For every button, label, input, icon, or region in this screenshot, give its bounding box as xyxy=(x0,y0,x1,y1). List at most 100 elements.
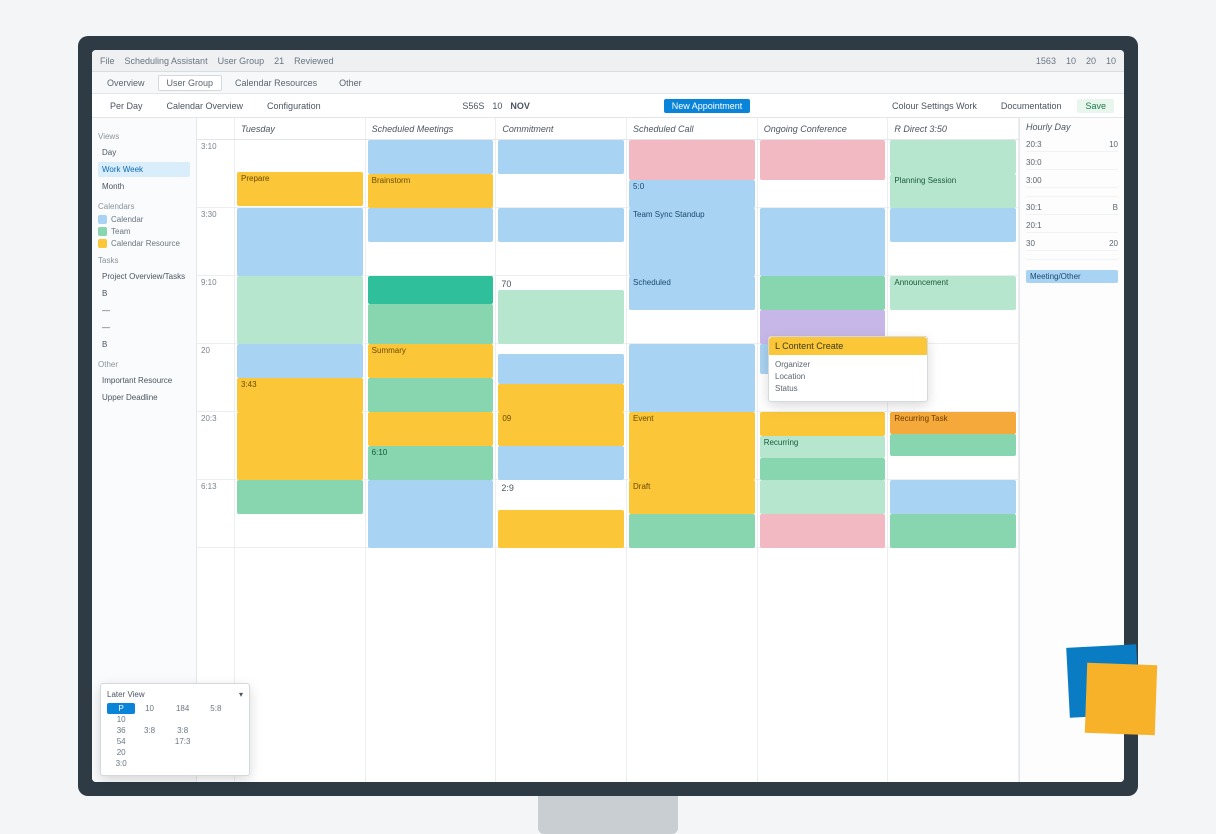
mini-calendar-popup[interactable]: Later View▾ P101845:810363:83:85417:3203… xyxy=(100,683,250,776)
mini-cal-day[interactable]: 17:3 xyxy=(164,736,202,747)
calendar-event[interactable] xyxy=(760,412,886,436)
day-header[interactable]: Scheduled Meetings xyxy=(366,118,497,139)
mini-cal-day[interactable]: 5:8 xyxy=(202,703,230,714)
calendar-event[interactable] xyxy=(237,480,363,514)
calendar-event[interactable]: Prepare xyxy=(237,172,363,206)
mini-cal-day[interactable] xyxy=(164,758,202,769)
calendar-event[interactable]: 3:43 xyxy=(237,378,363,412)
mini-cal-day[interactable] xyxy=(135,758,163,769)
tab-user-group[interactable]: User Group xyxy=(158,75,223,91)
sidebar-task[interactable]: — xyxy=(98,320,190,335)
mini-cal-day[interactable] xyxy=(164,714,202,725)
agenda-item[interactable]: 3:00 xyxy=(1026,174,1118,188)
toolbar-colour-settings[interactable]: Colour Settings Work xyxy=(884,99,985,113)
mini-cal-day[interactable] xyxy=(202,714,230,725)
mini-cal-day[interactable]: 54 xyxy=(107,736,135,747)
calendar-event[interactable] xyxy=(760,514,886,548)
sidebar-other[interactable]: Upper Deadline xyxy=(98,390,190,405)
mini-cal-day[interactable] xyxy=(239,758,243,769)
toolbar-per-day[interactable]: Per Day xyxy=(102,99,151,113)
calendar-event[interactable]: 09 xyxy=(498,412,624,446)
calendar-event[interactable] xyxy=(368,378,494,412)
calendar-event[interactable] xyxy=(368,140,494,174)
tab-other[interactable]: Other xyxy=(330,75,371,91)
mini-cal-day[interactable]: 10 xyxy=(135,703,163,714)
toolbar-overview[interactable]: Calendar Overview xyxy=(159,99,252,113)
calendar-event[interactable] xyxy=(368,304,494,344)
mini-cal-day[interactable] xyxy=(239,736,243,747)
calendar-event[interactable] xyxy=(890,480,1016,514)
mini-cal-day[interactable]: 10 xyxy=(107,714,135,725)
mini-cal-day[interactable]: 184 xyxy=(164,703,202,714)
calendar-event[interactable]: Recurring Task xyxy=(890,412,1016,434)
titlebar-item[interactable]: User Group xyxy=(218,56,265,66)
calendar-event[interactable]: Brainstorm xyxy=(368,174,494,208)
day-header[interactable]: Ongoing Conference xyxy=(758,118,889,139)
calendar-event[interactable]: Summary xyxy=(368,344,494,378)
calendar-event[interactable]: Draft xyxy=(629,480,755,514)
sidebar-view-day[interactable]: Day xyxy=(98,145,190,160)
sidebar-other[interactable]: Important Resource xyxy=(98,373,190,388)
chevron-icon[interactable]: ▾ xyxy=(239,690,243,699)
day-header[interactable]: Scheduled Call xyxy=(627,118,758,139)
mini-cal-day[interactable] xyxy=(202,758,230,769)
mini-cal-day[interactable] xyxy=(239,725,243,736)
calendar-event[interactable] xyxy=(498,140,624,174)
calendar-event[interactable] xyxy=(760,480,886,514)
agenda-item[interactable]: 20:1 xyxy=(1026,219,1118,233)
mini-cal-day[interactable] xyxy=(164,747,202,758)
calendar-event[interactable] xyxy=(368,480,494,548)
calendar-event[interactable] xyxy=(498,354,624,384)
calendar-event[interactable] xyxy=(498,510,624,548)
new-appointment-button[interactable]: New Appointment xyxy=(664,99,751,113)
day-header[interactable]: Commitment xyxy=(496,118,627,139)
calendar-event[interactable] xyxy=(368,412,494,446)
calendar-event[interactable] xyxy=(368,208,494,242)
mini-cal-day[interactable]: 20 xyxy=(107,747,135,758)
tab-resources[interactable]: Calendar Resources xyxy=(226,75,326,91)
mini-cal-day[interactable] xyxy=(135,747,163,758)
day-column[interactable]: 9:5Prepare3:43 xyxy=(235,140,366,782)
day-column[interactable]: 3:30Planning SessionAnnouncementRecurrin… xyxy=(888,140,1019,782)
mini-cal-day[interactable] xyxy=(202,747,230,758)
tab-overview[interactable]: Overview xyxy=(98,75,154,91)
mini-cal-day[interactable] xyxy=(239,747,243,758)
event-details-popup[interactable]: L Content Create Organizer Location Stat… xyxy=(768,336,928,402)
mini-cal-day[interactable]: 3:0 xyxy=(107,758,135,769)
toolbar-config[interactable]: Configuration xyxy=(259,99,329,113)
sidebar-task[interactable]: — xyxy=(98,303,190,318)
calendar-toggle[interactable]: Calendar Resource xyxy=(98,239,190,248)
sidebar-task[interactable]: B xyxy=(98,337,190,352)
calendar-event[interactable] xyxy=(760,140,886,180)
calendar-event[interactable]: Planning Session xyxy=(890,174,1016,208)
calendar-event[interactable] xyxy=(890,140,1016,174)
mini-cal-day[interactable] xyxy=(239,714,243,725)
agenda-item[interactable]: 3020 xyxy=(1026,237,1118,251)
calendar-event[interactable] xyxy=(760,458,886,480)
mini-cal-day[interactable] xyxy=(135,714,163,725)
calendar-event[interactable] xyxy=(237,412,363,480)
agenda-item[interactable]: 30:1B xyxy=(1026,201,1118,215)
agenda-item[interactable]: 30:0 xyxy=(1026,156,1118,170)
sidebar-view-workweek[interactable]: Work Week xyxy=(98,162,190,177)
calendar-event[interactable] xyxy=(237,276,363,344)
sidebar-task[interactable]: B xyxy=(98,286,190,301)
toolbar-documentation[interactable]: Documentation xyxy=(993,99,1070,113)
mini-cal-day[interactable] xyxy=(202,725,230,736)
calendar-event[interactable] xyxy=(629,514,755,548)
calendar-event[interactable] xyxy=(760,208,886,276)
agenda-item[interactable] xyxy=(1026,192,1118,197)
calendar-event[interactable]: Announcement xyxy=(890,276,1016,310)
calendar-event[interactable] xyxy=(629,140,755,180)
calendar-event[interactable] xyxy=(629,344,755,412)
calendar-event[interactable] xyxy=(890,208,1016,242)
calendar-event[interactable]: 6:10 xyxy=(368,446,494,480)
calendar-event[interactable] xyxy=(498,290,624,344)
save-button[interactable]: Save xyxy=(1077,99,1114,113)
calendar-event[interactable] xyxy=(760,276,886,310)
mini-cal-day[interactable] xyxy=(135,736,163,747)
titlebar-item[interactable]: Scheduling Assistant xyxy=(125,56,208,66)
calendar-event[interactable]: Scheduled xyxy=(629,276,755,310)
calendar-event[interactable] xyxy=(498,208,624,242)
calendar-event[interactable] xyxy=(498,384,624,412)
